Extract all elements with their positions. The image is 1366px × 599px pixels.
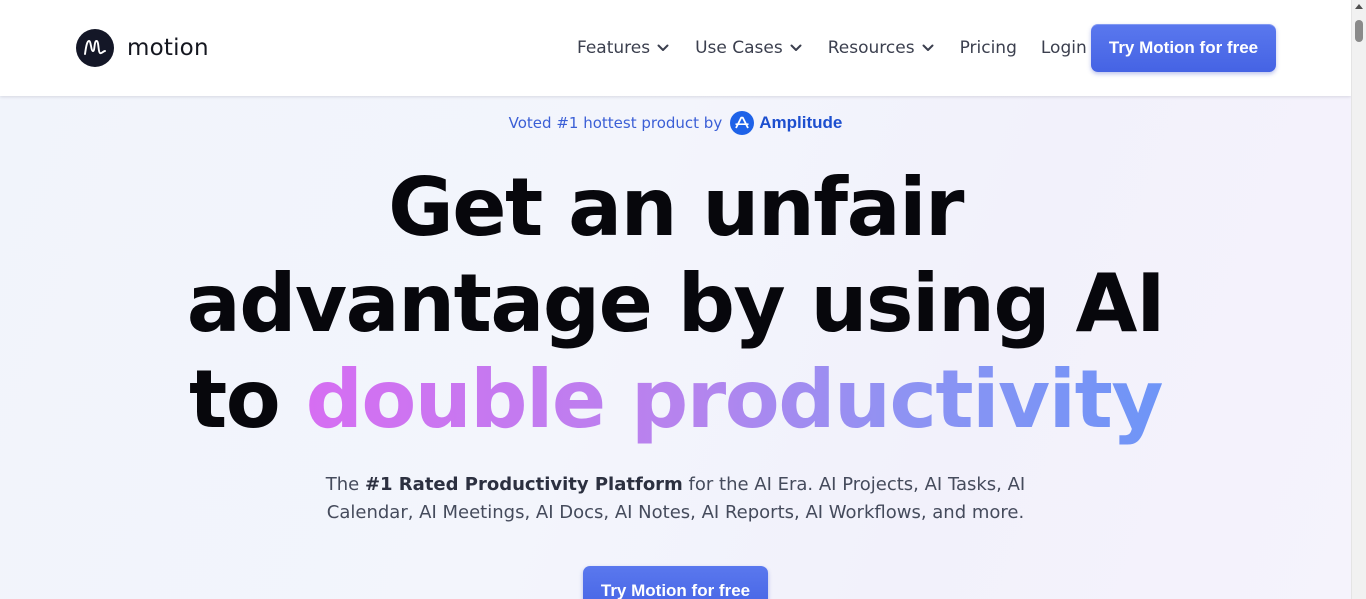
headline-line-3: to double productivity bbox=[0, 352, 1351, 448]
logo-text: motion bbox=[127, 35, 209, 61]
motion-logo-icon bbox=[76, 29, 114, 67]
headline-line-1: Get an unfair bbox=[388, 161, 964, 254]
nav-login-label: Login bbox=[1040, 38, 1087, 58]
scroll-up-arrow-icon[interactable] bbox=[1355, 4, 1363, 9]
scrollbar-thumb[interactable] bbox=[1355, 20, 1363, 42]
headline-line-2: advantage by using AI bbox=[186, 257, 1166, 350]
nav-use-cases-label: Use Cases bbox=[695, 38, 783, 58]
chevron-down-icon bbox=[790, 44, 802, 51]
headline-highlight: double productivity bbox=[305, 353, 1164, 446]
nav-pricing-label: Pricing bbox=[959, 38, 1017, 58]
nav-features[interactable]: Features bbox=[577, 37, 669, 59]
amplitude-logo: Amplitude bbox=[730, 111, 842, 135]
main-nav: Features Use Cases Resources Pricing Log… bbox=[577, 37, 1087, 59]
hero-cta-button[interactable]: Try Motion for free bbox=[583, 566, 768, 599]
hero-headline: Get an unfair advantage by using AI to d… bbox=[0, 160, 1351, 448]
nav-login[interactable]: Login bbox=[1041, 37, 1087, 59]
nav-use-cases[interactable]: Use Cases bbox=[695, 37, 802, 59]
chevron-down-icon bbox=[657, 44, 669, 51]
subtitle-line2: Calendar, AI Meetings, AI Docs, AI Notes… bbox=[326, 502, 1025, 523]
headline-line-3-prefix: to bbox=[189, 353, 306, 446]
page-viewport: motion Features Use Cases Resources Pric… bbox=[0, 0, 1351, 599]
subtitle-line1-rest: for the AI Era. AI Projects, AI Tasks, A… bbox=[682, 474, 1026, 495]
nav-resources-label: Resources bbox=[827, 38, 915, 58]
nav-resources[interactable]: Resources bbox=[828, 37, 934, 59]
amplitude-logo-icon bbox=[730, 111, 755, 135]
site-header: motion Features Use Cases Resources Pric… bbox=[0, 0, 1351, 96]
voted-text: Voted #1 hottest product by bbox=[508, 114, 723, 132]
hero-subtitle: The #1 Rated Productivity Platform for t… bbox=[0, 471, 1351, 527]
voted-badge[interactable]: Voted #1 hottest product by Amplitude bbox=[0, 111, 1351, 135]
subtitle-prefix: The bbox=[325, 474, 365, 495]
nav-features-label: Features bbox=[577, 38, 651, 58]
logo[interactable]: motion bbox=[76, 29, 209, 67]
nav-pricing[interactable]: Pricing bbox=[960, 37, 1017, 59]
header-cta-button[interactable]: Try Motion for free bbox=[1091, 24, 1276, 72]
chevron-down-icon bbox=[922, 44, 934, 51]
amplitude-text: Amplitude bbox=[759, 113, 843, 132]
subtitle-bold: #1 Rated Productivity Platform bbox=[364, 474, 683, 495]
vertical-scrollbar[interactable] bbox=[1351, 0, 1366, 599]
